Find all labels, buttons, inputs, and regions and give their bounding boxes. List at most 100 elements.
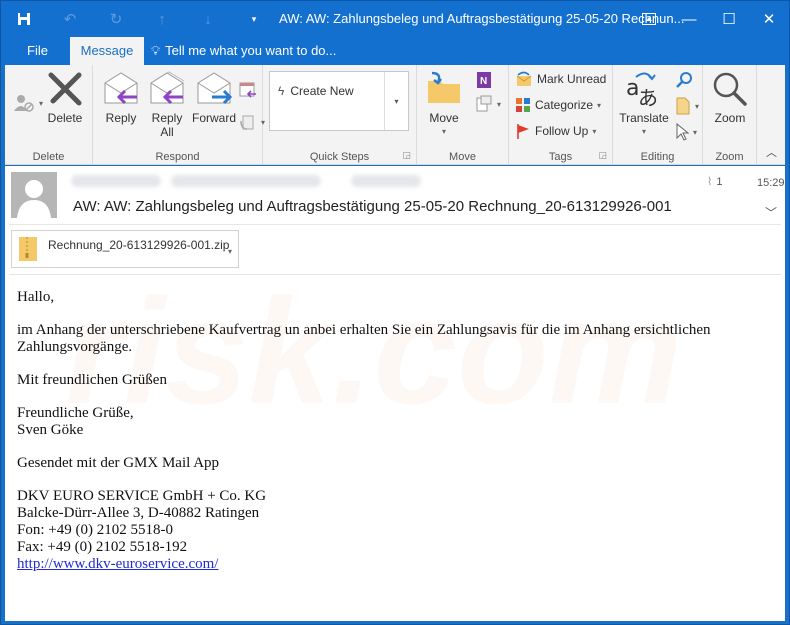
reply-all-label-line1: Reply [151,111,183,125]
forward-button[interactable]: Forward [189,69,239,125]
sender-name-redacted [71,175,161,187]
magnifier-icon [710,69,750,109]
group-tags: Mark Unread Categorize ▾ Follow Up ▾ Tag… [509,65,613,165]
quick-steps-more-button[interactable]: ▾ [384,72,408,130]
lightning-icon: ϟ [278,84,285,98]
mark-unread-button[interactable]: Mark Unread [515,71,606,87]
expand-header-button[interactable]: ﹀ [765,204,777,221]
group-label-zoom: Zoom [715,151,744,163]
ribbon-display-options-button[interactable] [629,1,669,37]
dialog-launcher-icon[interactable]: ◲ [402,150,411,161]
zip-folder-icon [19,237,37,261]
move-button[interactable]: Move ▾ [423,69,465,139]
group-label-move: Move [449,151,476,163]
quick-step-create-new[interactable]: ϟ Create New [278,84,354,98]
attachment-count-value: 1 [716,175,723,188]
delete-label: Delete [47,111,83,125]
lightbulb-icon: 💡︎ [151,43,161,58]
tab-file[interactable]: File [13,37,62,65]
sender-redacted [71,175,421,187]
actions-dropdown-icon: ▾ [497,99,502,109]
follow-up-button[interactable]: Follow Up ▾ [515,123,596,139]
follow-up-label: Follow Up [535,124,589,138]
received-time: 15:29 [757,177,785,189]
meeting-reply-button[interactable] [239,81,257,99]
body-closing: Mit freundlichen Grüßen [17,372,167,388]
quick-access-toolbar: ↶ ↻ ↑ ↓ ▾ [1,1,277,37]
actions-button[interactable]: ▾ [475,95,501,113]
redo-button[interactable]: ↻ [93,1,139,37]
reply-button[interactable]: Reply [99,69,143,125]
dialog-launcher-icon[interactable]: ◲ [598,150,607,161]
paperclip-icon: ⌇ [707,176,713,188]
zoom-label: Zoom [714,111,746,125]
delete-x-icon [45,69,85,109]
next-item-button[interactable]: ↓ [185,1,231,37]
group-label-quick-steps: Quick Steps [309,151,370,163]
window-title: AW: AW: Zahlungsbeleg und Auftragsbestät… [279,11,685,26]
attachment-count: ⌇ 1 [707,175,723,189]
group-label-delete: Delete [32,151,65,163]
tab-message[interactable]: Message [70,37,144,65]
up-arrow-icon: ↑ [158,10,166,28]
reply-icon [101,69,141,109]
message-body: Hallo, im Anhang der unterschriebene Kau… [17,289,757,589]
company-website-link[interactable]: http://www.dkv-euroservice.com/ [17,556,218,572]
more-respond-button[interactable]: ▾ [239,113,265,131]
delete-button[interactable]: Delete [47,69,83,125]
sender-avatar[interactable] [11,172,57,218]
quick-steps-gallery: ϟ Create New ▾ [269,71,409,131]
tell-me-search[interactable]: 💡︎ Tell me what you want to do... [151,37,336,65]
body-greeting: Hallo, [17,289,55,305]
collapse-ribbon-button[interactable]: ︿ [766,144,777,160]
reply-all-icon [147,69,187,109]
undo-button[interactable]: ↶ [47,1,93,37]
outlook-message-window: ↶ ↻ ↑ ↓ ▾ AW: AW: Zahlungsbeleg und Auft… [0,0,790,625]
related-button[interactable]: ▾ [675,97,699,115]
previous-item-button[interactable]: ↑ [139,1,185,37]
group-label-editing: Editing [640,151,675,163]
reply-all-button[interactable]: Reply All [145,69,189,139]
down-arrow-icon: ↓ [204,10,212,28]
categorize-button[interactable]: Categorize ▾ [515,97,601,113]
reply-label: Reply [105,111,137,125]
select-dropdown-icon: ▾ [693,127,698,137]
close-button[interactable]: ✕ [749,1,789,37]
tell-me-placeholder: Tell me what you want to do... [165,43,337,58]
svg-text:あ: あ [638,86,658,109]
translate-button[interactable]: aあ Translate ▾ [617,69,671,139]
find-button[interactable] [675,71,693,89]
floppy-disk-icon [18,13,30,25]
group-move: Move ▾ N ▾ Move [417,65,509,165]
save-button[interactable] [1,1,47,37]
group-label-respond: Respond [155,151,200,163]
company-address: Balcke-Dürr-Allee 3, D-40882 Ratingen [17,505,260,521]
dropdown-icon: ▾ [251,13,257,24]
attachment-dropdown-icon[interactable]: ▾ [228,247,232,256]
maximize-button[interactable]: ☐ [709,1,749,37]
document-icon [676,97,690,115]
redo-icon: ↻ [109,11,123,28]
reading-pane: risk.com ⌇ 1 15:29 AW: AW: Zahlungsbeleg… [5,166,785,621]
customize-qat-button[interactable]: ▾ [231,1,277,37]
message-subject: AW: AW: Zahlungsbeleg und Auftragsbestät… [73,198,672,215]
company-phone: Fon: +49 (0) 2102 5518-0 [17,522,173,538]
select-button[interactable]: ▾ [675,123,697,141]
zoom-button[interactable]: Zoom [709,69,751,125]
minimize-button[interactable]: — [669,1,709,37]
ribbon-display-options-icon [642,13,656,25]
group-zoom: Zoom Zoom [703,65,757,165]
onenote-icon: N [477,72,491,88]
attachment-filename: Rechnung_20-613129926-001.zip [48,238,230,252]
onenote-button[interactable]: N [475,71,493,89]
ignore-icon [14,95,34,112]
categorize-icon [516,98,530,112]
ribbon: ▾ Delete Delete Reply Reply All Forward … [5,65,785,165]
ignore-button[interactable]: ▾ [13,93,43,113]
person-placeholder-icon [17,180,51,218]
sender-email-redacted [171,175,321,187]
calendar-reply-icon [239,82,256,98]
attachment-item[interactable]: Rechnung_20-613129926-001.zip ▾ [11,230,239,268]
translate-dropdown-icon: ▾ [641,127,646,136]
signature-greeting: Freundliche Grüße, [17,405,134,421]
